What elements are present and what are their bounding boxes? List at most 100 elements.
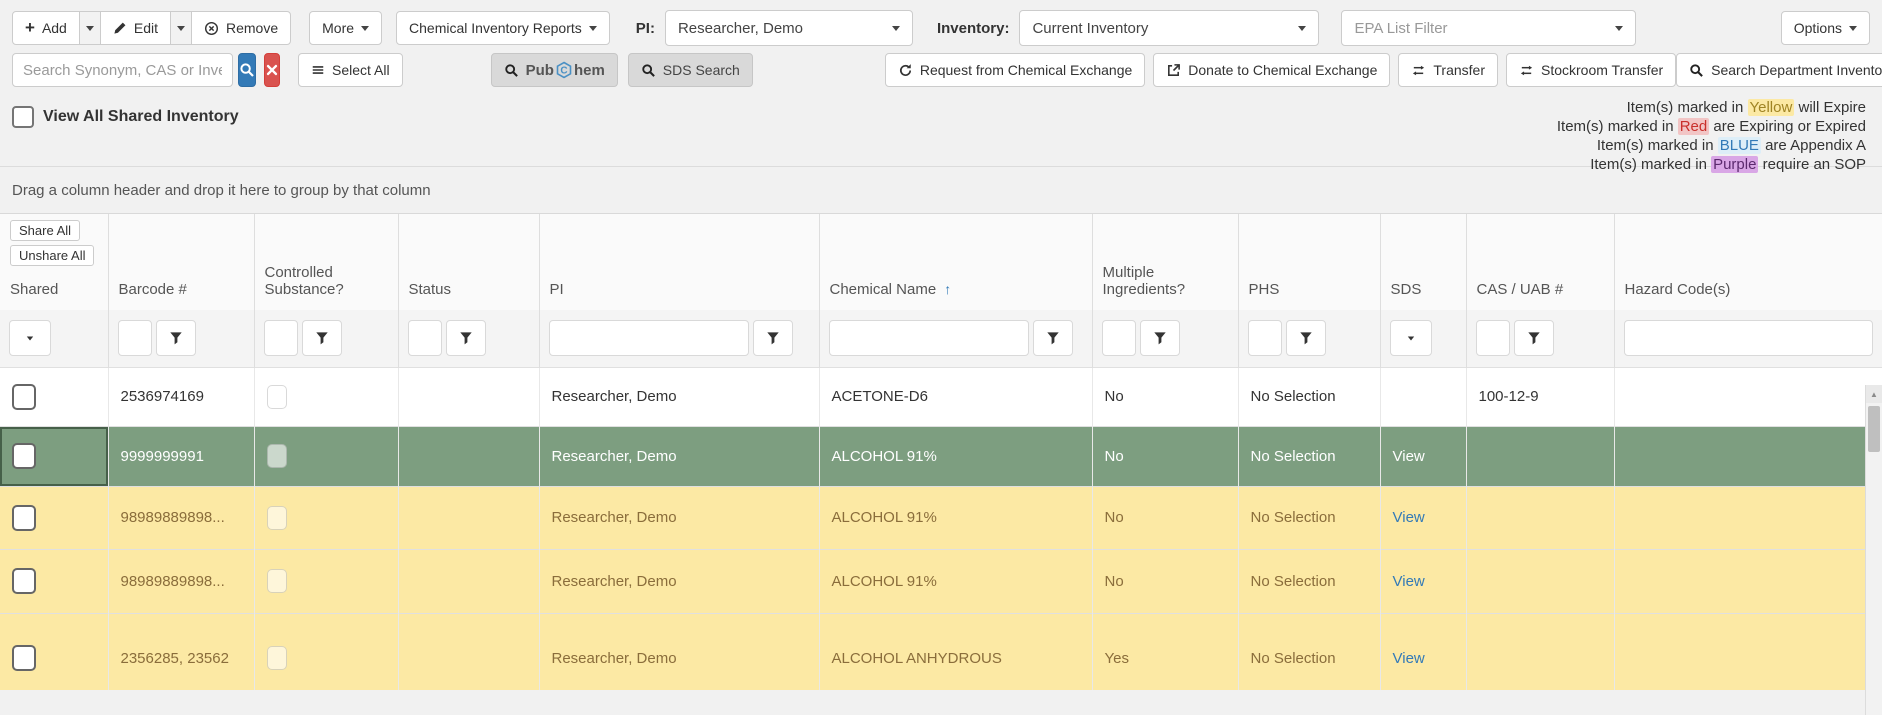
remove-circle-icon — [204, 21, 219, 36]
cell-chemical-name: ACETONE-D6 — [819, 367, 1092, 426]
multiple-ingredients-filter-input[interactable] — [1102, 320, 1136, 356]
more-button[interactable]: More — [309, 11, 382, 45]
barcode-filter-input[interactable] — [118, 320, 152, 356]
sds-search-button[interactable]: SDS Search — [628, 53, 753, 87]
chemical-name-filter-button[interactable] — [1033, 320, 1073, 356]
chemical-inventory-reports-button[interactable]: Chemical Inventory Reports — [396, 11, 610, 45]
column-header-chemical-label: Chemical Name — [830, 281, 937, 298]
cell-pi: Researcher, Demo — [539, 613, 819, 690]
column-header-hazard-codes[interactable]: Hazard Code(s) — [1614, 214, 1882, 310]
remove-button[interactable]: Remove — [191, 11, 291, 45]
table-row-expiring[interactable]: 2356285, 23562 Researcher, Demo ALCOHOL … — [0, 613, 1882, 690]
inventory-grid: Share All Unshare All Shared Barcode # C… — [0, 213, 1882, 690]
barcode-filter-button[interactable] — [156, 320, 196, 356]
sds-view-link[interactable]: View — [1393, 573, 1425, 590]
clear-search-button[interactable] — [264, 53, 280, 87]
multiple-ingredients-filter-button[interactable] — [1140, 320, 1180, 356]
epa-list-filter-select[interactable]: EPA List Filter — [1341, 10, 1636, 46]
edit-dropdown-toggle[interactable] — [170, 11, 192, 45]
request-chemical-exchange-button[interactable]: Request from Chemical Exchange — [885, 53, 1145, 87]
scrollbar-up-arrow-icon[interactable]: ▲ — [1866, 385, 1882, 403]
select-all-button[interactable]: Select All — [298, 53, 403, 87]
transfer-arrows-icon — [1411, 63, 1426, 78]
caret-down-icon — [1298, 26, 1306, 31]
transfer-button[interactable]: Transfer — [1398, 53, 1498, 87]
cell-multiple-ingredients: Yes — [1092, 613, 1238, 690]
status-filter-input[interactable] — [408, 320, 442, 356]
search-button[interactable] — [238, 53, 256, 87]
pencil-icon — [113, 21, 127, 35]
shared-filter-dropdown[interactable] — [9, 320, 51, 356]
column-header-pi[interactable]: PI — [539, 214, 819, 310]
add-dropdown-toggle[interactable] — [79, 11, 101, 45]
sds-view-link[interactable]: View — [1393, 509, 1425, 526]
cas-filter-input[interactable] — [1476, 320, 1510, 356]
plus-icon: + — [25, 18, 35, 38]
pubchem-hem-text: hem — [574, 62, 605, 79]
stockroom-transfer-button[interactable]: Stockroom Transfer — [1506, 53, 1676, 87]
table-row-expiring[interactable]: 98989889898... Researcher, Demo ALCOHOL … — [0, 549, 1882, 613]
table-row[interactable]: 2536974169 Researcher, Demo ACETONE-D6 N… — [0, 367, 1882, 426]
add-button[interactable]: + Add — [12, 11, 80, 45]
row-shared-checkbox[interactable] — [12, 568, 36, 594]
phs-filter-button[interactable] — [1286, 320, 1326, 356]
controlled-filter-button[interactable] — [302, 320, 342, 356]
sds-view-link[interactable]: View — [1393, 650, 1425, 667]
search-department-inventory-button[interactable]: Search Department Inventory — [1676, 53, 1882, 87]
cell-hazard-codes — [1614, 367, 1882, 426]
pi-filter-button[interactable] — [753, 320, 793, 356]
export-icon — [1166, 63, 1181, 78]
column-header-multiple-ingredients[interactable]: Multiple Ingredients? — [1092, 214, 1238, 310]
reports-button-label: Chemical Inventory Reports — [409, 20, 582, 36]
options-button[interactable]: Options — [1781, 11, 1870, 45]
column-header-cas-uab[interactable]: CAS / UAB # — [1466, 214, 1614, 310]
column-header-cas-label: CAS / UAB # — [1477, 281, 1564, 298]
row-shared-checkbox[interactable] — [12, 384, 36, 410]
controlled-filter-input[interactable] — [264, 320, 298, 356]
cell-phs: No Selection — [1238, 613, 1380, 690]
row-controlled-checkbox-disabled — [267, 506, 287, 530]
chemical-name-filter-input[interactable] — [829, 320, 1029, 356]
hazard-codes-filter-input[interactable] — [1624, 320, 1874, 356]
filter-funnel-icon — [169, 331, 183, 345]
row-shared-checkbox[interactable] — [12, 645, 36, 671]
sds-filter-dropdown[interactable] — [1390, 320, 1432, 356]
cell-multiple-ingredients: No — [1092, 549, 1238, 613]
sds-search-label: SDS Search — [663, 62, 740, 78]
edit-button[interactable]: Edit — [100, 11, 171, 45]
cell-phs: No Selection — [1238, 426, 1380, 486]
sds-view-link[interactable]: View — [1393, 448, 1425, 465]
column-header-chemical-name[interactable]: Chemical Name↑ — [819, 214, 1092, 310]
column-header-phs[interactable]: PHS — [1238, 214, 1380, 310]
inventory-select[interactable]: Current Inventory — [1019, 10, 1319, 46]
status-filter-button[interactable] — [446, 320, 486, 356]
scrollbar-thumb[interactable] — [1868, 406, 1880, 452]
search-input[interactable] — [12, 53, 233, 87]
donate-chemical-exchange-button[interactable]: Donate to Chemical Exchange — [1153, 53, 1390, 87]
pubchem-button[interactable]: Pub C hem — [491, 53, 618, 87]
column-header-status[interactable]: Status — [398, 214, 539, 310]
vertical-scrollbar[interactable]: ▲ — [1865, 385, 1882, 715]
table-row-selected[interactable]: 9999999991 Researcher, Demo ALCOHOL 91% … — [0, 426, 1882, 486]
phs-filter-input[interactable] — [1248, 320, 1282, 356]
view-all-shared-checkbox[interactable] — [12, 106, 34, 128]
cas-filter-button[interactable] — [1514, 320, 1554, 356]
pi-select[interactable]: Researcher, Demo — [665, 10, 913, 46]
cell-status — [398, 486, 539, 549]
table-row-expiring[interactable]: 98989889898... Researcher, Demo ALCOHOL … — [0, 486, 1882, 549]
unshare-all-button[interactable]: Unshare All — [10, 245, 94, 266]
share-all-button[interactable]: Share All — [10, 220, 80, 241]
legend-text: will Expire — [1794, 99, 1866, 116]
legend-line-purple: Item(s) marked in Purple require an SOP — [1557, 155, 1866, 174]
row-shared-checkbox[interactable] — [12, 443, 36, 469]
filter-funnel-icon — [1153, 331, 1167, 345]
cell-phs: No Selection — [1238, 549, 1380, 613]
column-header-phs-label: PHS — [1249, 281, 1280, 298]
row-shared-checkbox[interactable] — [12, 505, 36, 531]
column-header-barcode[interactable]: Barcode # — [108, 214, 254, 310]
pi-filter-input[interactable] — [549, 320, 749, 356]
cell-multiple-ingredients: No — [1092, 486, 1238, 549]
column-header-controlled-substance[interactable]: Controlled Substance? — [254, 214, 398, 310]
row-controlled-checkbox-disabled — [267, 646, 287, 670]
column-header-sds[interactable]: SDS — [1380, 214, 1466, 310]
